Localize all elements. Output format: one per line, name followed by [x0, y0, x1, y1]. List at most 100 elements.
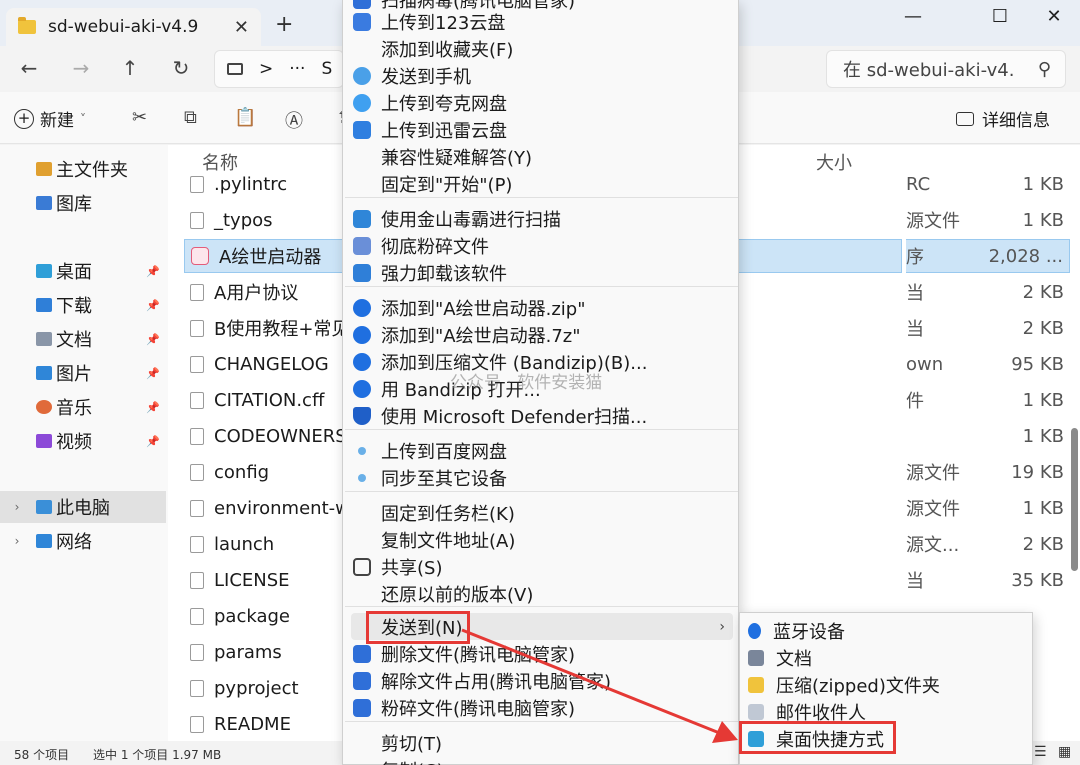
up-button[interactable]: ↑: [115, 56, 145, 80]
copy-icon[interactable]: ⧉: [184, 107, 197, 128]
menu-item-17[interactable]: 同步至其它设备: [351, 464, 733, 491]
menu-item-23[interactable]: 删除文件(腾讯电脑管家): [351, 640, 733, 667]
file-row-details[interactable]: 件 1 KB: [906, 383, 1070, 417]
cut-icon[interactable]: ✂: [132, 107, 147, 128]
details-label: 详细信息: [982, 111, 1050, 131]
file-row-details[interactable]: 源文件 1 KB: [906, 491, 1070, 525]
close-window-button[interactable]: ✕: [1034, 6, 1074, 27]
mail-icon: [748, 703, 764, 720]
menu-item-4[interactable]: 上传到夸克网盘: [351, 89, 733, 116]
file-row-details[interactable]: 当 2 KB: [906, 275, 1070, 309]
menu-item-label: 使用金山毒霸进行扫描: [381, 209, 561, 231]
sidebar-item-gallery[interactable]: 图库: [0, 187, 166, 219]
sidebar-item-videos[interactable]: 视频 📌: [0, 425, 166, 457]
address-bar[interactable]: > ··· S: [214, 50, 344, 88]
chevron-right-icon[interactable]: ›: [8, 534, 26, 548]
chevron-right-icon: ›: [719, 618, 725, 635]
download-icon: [36, 298, 52, 312]
menu-item-27[interactable]: 复制(C): [351, 756, 733, 765]
file-icon: [190, 175, 204, 193]
file-icon: [190, 535, 204, 553]
file-icon: [190, 391, 204, 409]
details-view-icon[interactable]: ☰: [1034, 744, 1047, 760]
menu-item-9[interactable]: 彻底粉碎文件: [351, 232, 733, 259]
maximize-button[interactable]: ☐: [980, 6, 1020, 27]
new-button[interactable]: + 新建 ˅: [14, 106, 86, 131]
sidebar-item-music[interactable]: 音乐 📌: [0, 391, 166, 423]
sidebar-item-this-pc[interactable]: › 此电脑: [0, 491, 166, 523]
file-row-details[interactable]: 1 KB: [906, 419, 1070, 453]
sidebar-item-label: 下载: [56, 296, 92, 317]
file-row-details[interactable]: 源文件 19 KB: [906, 455, 1070, 489]
sidebar-item-desktop[interactable]: 桌面 📌: [0, 255, 166, 287]
menu-item-16[interactable]: 上传到百度网盘: [351, 437, 733, 464]
file-row-details[interactable]: RC 1 KB: [906, 167, 1070, 201]
sidebar-item-network[interactable]: › 网络: [0, 525, 166, 557]
file-row-details[interactable]: 源文... 2 KB: [906, 527, 1070, 561]
menu-item-11[interactable]: 添加到"A绘世启动器.zip": [351, 294, 733, 321]
file-row-details[interactable]: 序 2,028 ...: [906, 239, 1070, 273]
sidebar-item-home[interactable]: 主文件夹: [0, 153, 166, 185]
file-name: LICENSE: [214, 569, 290, 591]
refresh-button[interactable]: ↻: [166, 56, 196, 80]
chevron-right-icon[interactable]: ›: [8, 500, 26, 514]
menu-item-label: 彻底粉碎文件: [381, 236, 489, 258]
menu-item-12[interactable]: 添加到"A绘世启动器.7z": [351, 321, 733, 348]
submenu-item-0[interactable]: 蓝牙设备: [748, 617, 1018, 644]
file-row-details[interactable]: 当 35 KB: [906, 563, 1070, 597]
tab-close-icon[interactable]: ✕: [234, 17, 249, 38]
menu-item-15[interactable]: 使用 Microsoft Defender扫描...: [351, 402, 733, 429]
menu-item-21[interactable]: 还原以前的版本(V): [351, 580, 733, 607]
menu-item-6[interactable]: 兼容性疑难解答(Y): [351, 143, 733, 170]
file-size: 2 KB: [1022, 533, 1064, 555]
minimize-button[interactable]: —: [893, 6, 933, 27]
rename-icon[interactable]: Ⓐ: [285, 107, 303, 133]
menu-item-24[interactable]: 解除文件占用(腾讯电脑管家): [351, 667, 733, 694]
sidebar-item-label: 图库: [56, 194, 92, 215]
search-box[interactable]: 在 sd-webui-aki-v4. ⚲: [826, 50, 1066, 88]
menu-item-1[interactable]: 上传到123云盘: [351, 8, 733, 35]
breadcrumb-chevron-icon[interactable]: >: [259, 59, 273, 79]
menu-item-8[interactable]: 使用金山毒霸进行扫描: [351, 205, 733, 232]
menu-item-5[interactable]: 上传到迅雷云盘: [351, 116, 733, 143]
tab-sd-webui[interactable]: sd-webui-aki-v4.9 ✕: [6, 8, 261, 46]
breadcrumb-path[interactable]: S: [321, 59, 332, 79]
file-row-details[interactable]: 当 2 KB: [906, 311, 1070, 345]
menu-item-18[interactable]: 固定到任务栏(K): [351, 499, 733, 526]
file-name: params: [214, 641, 282, 663]
back-button[interactable]: ←: [14, 56, 44, 80]
sidebar-item-documents[interactable]: 文档 📌: [0, 323, 166, 355]
menu-item-7[interactable]: 固定到"开始"(P): [351, 170, 733, 197]
tiles-view-icon[interactable]: ▦: [1058, 744, 1071, 760]
pin-icon: 📌: [146, 332, 160, 346]
menu-item-label: 解除文件占用(腾讯电脑管家): [381, 671, 612, 693]
menu-item-3[interactable]: 发送到手机: [351, 62, 733, 89]
video-icon: [36, 434, 52, 448]
file-row-details[interactable]: 源文件 1 KB: [906, 203, 1070, 237]
forward-button[interactable]: →: [66, 56, 96, 80]
sidebar-item-pictures[interactable]: 图片 📌: [0, 357, 166, 389]
menu-item-20[interactable]: 共享(S): [351, 553, 733, 580]
new-tab-button[interactable]: +: [275, 12, 293, 37]
sidebar-item-downloads[interactable]: 下载 📌: [0, 289, 166, 321]
menu-item-label: 固定到任务栏(K): [381, 503, 515, 525]
shred-icon: [353, 236, 371, 255]
menu-item-19[interactable]: 复制文件地址(A): [351, 526, 733, 553]
paste-icon[interactable]: 📋: [234, 107, 256, 128]
uninstall-icon: [353, 263, 371, 282]
menu-item-2[interactable]: 添加到收藏夹(F): [351, 35, 733, 62]
search-input[interactable]: 在 sd-webui-aki-v4.: [843, 56, 1038, 82]
menu-item-10[interactable]: 强力卸载该软件: [351, 259, 733, 286]
breadcrumb-more[interactable]: ···: [289, 59, 305, 79]
menu-item-label: 添加到"A绘世启动器.7z": [381, 325, 581, 347]
menu-item-label: 复制(C): [381, 757, 444, 765]
scrollbar-thumb[interactable]: [1071, 428, 1078, 571]
submenu-item-2[interactable]: 压缩(zipped)文件夹: [748, 671, 1018, 698]
menu-item-26[interactable]: 剪切(T): [351, 729, 733, 756]
submenu-item-1[interactable]: 文档: [748, 644, 1018, 671]
menu-item-25[interactable]: 粉碎文件(腾讯电脑管家): [351, 694, 733, 721]
file-name: config: [214, 461, 270, 483]
file-row-details[interactable]: own 95 KB: [906, 347, 1070, 381]
defender-shield-icon: [353, 406, 371, 425]
details-button[interactable]: 详细信息: [956, 106, 1050, 131]
